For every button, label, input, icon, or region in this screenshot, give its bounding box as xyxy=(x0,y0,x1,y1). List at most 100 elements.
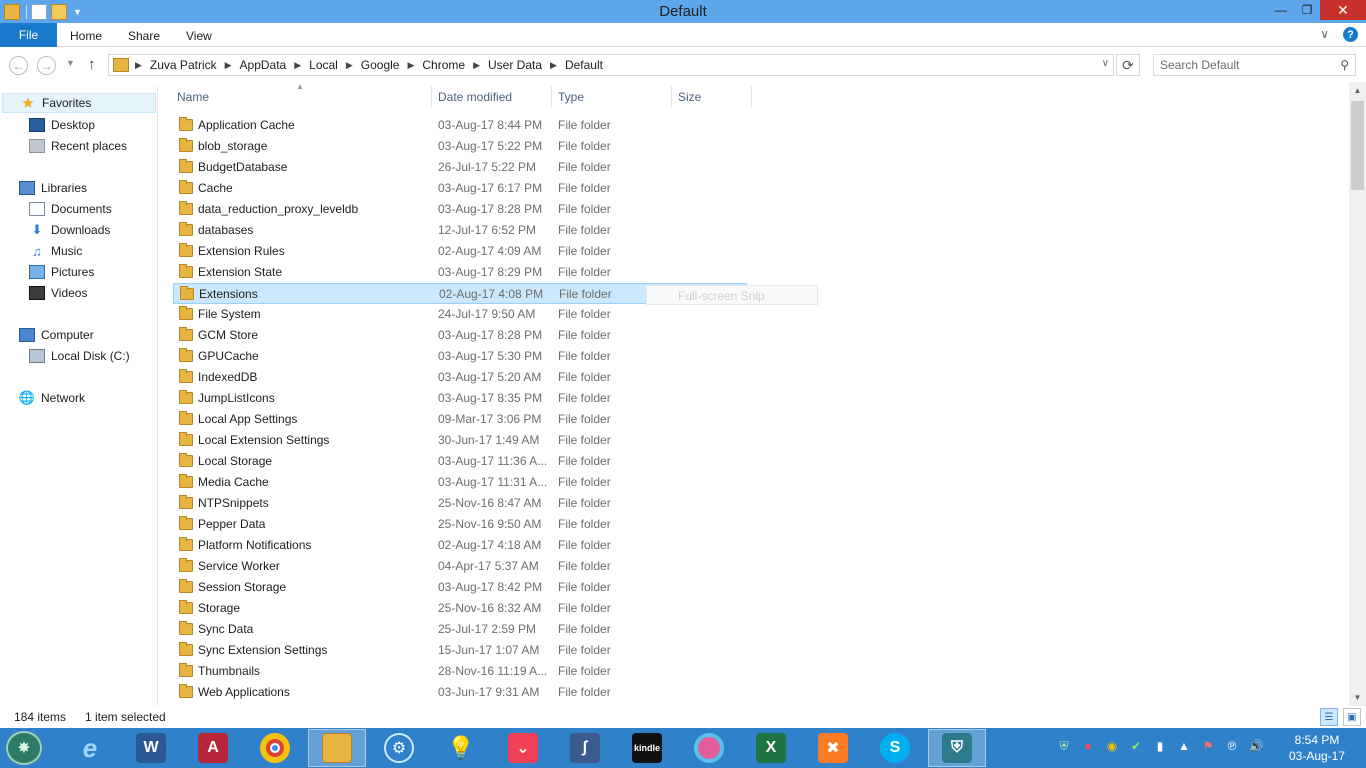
file-row[interactable]: blob_storage 03-Aug-17 5:22 PM File folder xyxy=(173,136,747,157)
excel-icon[interactable]: X xyxy=(742,729,800,767)
nav-desktop[interactable]: Desktop xyxy=(29,115,95,135)
recent-locations-icon[interactable]: ▼ xyxy=(66,58,75,68)
nav-network[interactable]: 🌐 Network xyxy=(19,388,85,408)
device-icon[interactable]: ▮ xyxy=(1152,738,1168,754)
column-header-name[interactable]: Name xyxy=(177,90,209,104)
breadcrumb-item[interactable]: Local xyxy=(309,58,338,72)
details-view-button[interactable]: ☰ xyxy=(1320,708,1338,726)
file-row[interactable]: Local Storage 03-Aug-17 11:36 A... File fo… xyxy=(173,451,747,472)
clock[interactable]: 8:54 PM 03-Aug-17 xyxy=(1283,732,1351,764)
security-icon[interactable]: ⛨ xyxy=(928,729,986,767)
file-row[interactable]: NTPSnippets 25-Nov-16 8:47 AM File folder xyxy=(173,493,747,514)
file-row[interactable]: BudgetDatabase 26-Jul-17 5:22 PM File fold… xyxy=(173,157,747,178)
expand-ribbon-icon[interactable]: ∨ xyxy=(1320,27,1329,42)
file-row[interactable]: Session Storage 03-Aug-17 8:42 PM File fol… xyxy=(173,577,747,598)
refresh-button[interactable]: ⟳ xyxy=(1116,54,1140,76)
search-input[interactable] xyxy=(1160,58,1330,72)
file-row[interactable]: Pepper Data 25-Nov-16 9:50 AM File folder xyxy=(173,514,747,535)
chevron-right-icon[interactable]: ▶ xyxy=(294,60,301,71)
xampp-icon[interactable]: ✖ xyxy=(804,729,862,767)
file-row[interactable]: GCM Store 03-Aug-17 8:28 PM File folder xyxy=(173,325,747,346)
update-icon[interactable]: ✔ xyxy=(1128,738,1144,754)
breadcrumb-item[interactable]: Zuva Patrick xyxy=(150,58,217,72)
file-row[interactable]: Media Cache 03-Aug-17 11:31 A... File fold… xyxy=(173,472,747,493)
file-row[interactable]: Extension Rules 02-Aug-17 4:09 AM File fol… xyxy=(173,241,747,262)
file-row[interactable]: Application Cache 03-Aug-17 8:44 PM File f… xyxy=(173,115,747,136)
file-row[interactable]: Web Applications 03-Jun-17 9:31 AM File fo… xyxy=(173,682,747,703)
breadcrumb-item[interactable]: AppData xyxy=(240,58,287,72)
column-header-size[interactable]: Size xyxy=(678,90,701,104)
pocket-icon[interactable]: ⌄ xyxy=(494,729,552,767)
column-divider[interactable] xyxy=(751,86,752,108)
skype-icon[interactable]: S xyxy=(866,729,924,767)
file-row[interactable]: IndexedDB 03-Aug-17 5:20 AM File folder xyxy=(173,367,747,388)
internet-explorer-icon[interactable]: e xyxy=(61,729,119,767)
action-center-icon[interactable]: ⚑ xyxy=(1200,738,1216,754)
file-row[interactable]: Platform Notifications 02-Aug-17 4:18 AM F… xyxy=(173,535,747,556)
address-bar[interactable]: ▶ Zuva Patrick ▶ AppData ▶ Local ▶ Googl… xyxy=(108,54,1114,76)
column-header-type[interactable]: Type xyxy=(558,90,584,104)
visual-studio-icon[interactable]: ∫ xyxy=(556,729,614,767)
tab-file[interactable]: File xyxy=(0,23,57,47)
app-icon[interactable]: ⚙ xyxy=(370,729,428,767)
file-row[interactable]: Cache 03-Aug-17 6:17 PM File folder xyxy=(173,178,747,199)
breadcrumb-item[interactable]: User Data xyxy=(488,58,542,72)
tips-icon[interactable]: 💡 xyxy=(432,729,490,767)
chrome-icon[interactable] xyxy=(246,729,304,767)
access-icon[interactable]: A xyxy=(184,729,242,767)
scroll-up-icon[interactable]: ▲ xyxy=(1349,82,1366,99)
nav-recent-places[interactable]: Recent places xyxy=(29,136,127,156)
nav-pictures[interactable]: Pictures xyxy=(29,262,94,282)
file-row[interactable]: Sync Data 25-Jul-17 2:59 PM File folder xyxy=(173,619,747,640)
search-icon[interactable]: ⚲ xyxy=(1340,58,1349,72)
column-divider[interactable] xyxy=(671,86,672,108)
chevron-right-icon[interactable]: ▶ xyxy=(550,60,557,71)
restore-button[interactable]: ❐ xyxy=(1294,0,1320,20)
breadcrumb-item[interactable]: Chrome xyxy=(422,58,465,72)
tab-view[interactable]: View xyxy=(186,29,212,43)
file-row[interactable]: GPUCache 03-Aug-17 5:30 PM File folder xyxy=(173,346,747,367)
minimize-button[interactable]: — xyxy=(1268,0,1294,20)
vertical-scrollbar[interactable]: ▲ ▼ xyxy=(1349,82,1366,706)
file-explorer-icon[interactable] xyxy=(308,729,366,767)
nav-libraries[interactable]: Libraries xyxy=(19,178,87,198)
breadcrumb-item[interactable]: Google xyxy=(361,58,400,72)
nav-videos[interactable]: Videos xyxy=(29,283,87,303)
file-row[interactable]: Storage 25-Nov-16 8:32 AM File folder xyxy=(173,598,747,619)
chevron-right-icon[interactable]: ▶ xyxy=(225,60,232,71)
word-icon[interactable]: W xyxy=(122,729,180,767)
nav-downloads[interactable]: ⬇ Downloads xyxy=(29,220,111,240)
help-icon[interactable]: ? xyxy=(1343,27,1358,42)
chrome-tray-icon[interactable]: ◉ xyxy=(1104,738,1120,754)
bluetooth-icon[interactable]: ℗ xyxy=(1224,738,1240,754)
file-row[interactable]: Thumbnails 28-Nov-16 11:19 A... File folde… xyxy=(173,661,747,682)
file-row[interactable]: JumpListIcons 03-Aug-17 8:35 PM File folde… xyxy=(173,388,747,409)
opera-icon[interactable]: ● xyxy=(1080,738,1096,754)
start-button[interactable]: ✸ xyxy=(6,731,42,765)
nav-favorites[interactable]: ★ Favorites xyxy=(2,93,156,113)
search-box[interactable]: ⚲ xyxy=(1153,54,1356,76)
kindle-icon[interactable]: kindle xyxy=(618,729,676,767)
close-button[interactable]: ✕ xyxy=(1320,0,1366,20)
chevron-down-icon[interactable]: ∨ xyxy=(1102,58,1109,69)
nav-local-disk[interactable]: Local Disk (C:) xyxy=(29,346,130,366)
signal-icon[interactable]: ▲ xyxy=(1176,738,1192,754)
scroll-down-icon[interactable]: ▼ xyxy=(1349,689,1366,706)
volume-icon[interactable]: 🔊 xyxy=(1248,738,1264,754)
breadcrumb-item[interactable]: Default xyxy=(565,58,603,72)
up-button[interactable]: ↑ xyxy=(88,56,96,73)
file-row[interactable]: Service Worker 04-Apr-17 5:37 AM File fold… xyxy=(173,556,747,577)
column-divider[interactable] xyxy=(431,86,432,108)
file-row[interactable]: databases 12-Jul-17 6:52 PM File folder xyxy=(173,220,747,241)
back-button[interactable]: ← xyxy=(9,56,28,75)
color-app-icon[interactable] xyxy=(680,729,738,767)
forward-button[interactable]: → xyxy=(37,56,56,75)
chevron-right-icon[interactable]: ▶ xyxy=(135,60,142,71)
nav-documents[interactable]: Documents xyxy=(29,199,112,219)
chevron-right-icon[interactable]: ▶ xyxy=(346,60,353,71)
file-row[interactable]: Sync Extension Settings 15-Jun-17 1:07 AM… xyxy=(173,640,747,661)
column-divider[interactable] xyxy=(551,86,552,108)
file-row[interactable]: File System 24-Jul-17 9:50 AM File folder xyxy=(173,304,747,325)
chevron-right-icon[interactable]: ▶ xyxy=(407,60,414,71)
file-row[interactable]: Local App Settings 09-Mar-17 3:06 PM File … xyxy=(173,409,747,430)
